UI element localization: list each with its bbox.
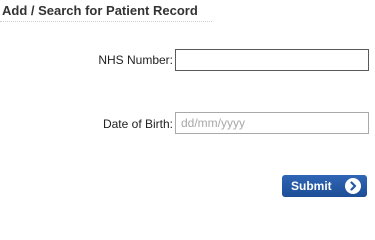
title-divider [0, 21, 212, 22]
date-of-birth-input[interactable] [175, 112, 369, 134]
date-of-birth-label: Date of Birth: [102, 117, 173, 131]
submit-button[interactable]: Submit [282, 175, 367, 197]
submit-button-label: Submit [291, 179, 332, 193]
chevron-right-circle-icon [345, 178, 361, 194]
nhs-number-label: NHS Number: [98, 53, 173, 67]
nhs-number-input[interactable] [175, 49, 369, 71]
page-title: Add / Search for Patient Record [2, 3, 198, 18]
